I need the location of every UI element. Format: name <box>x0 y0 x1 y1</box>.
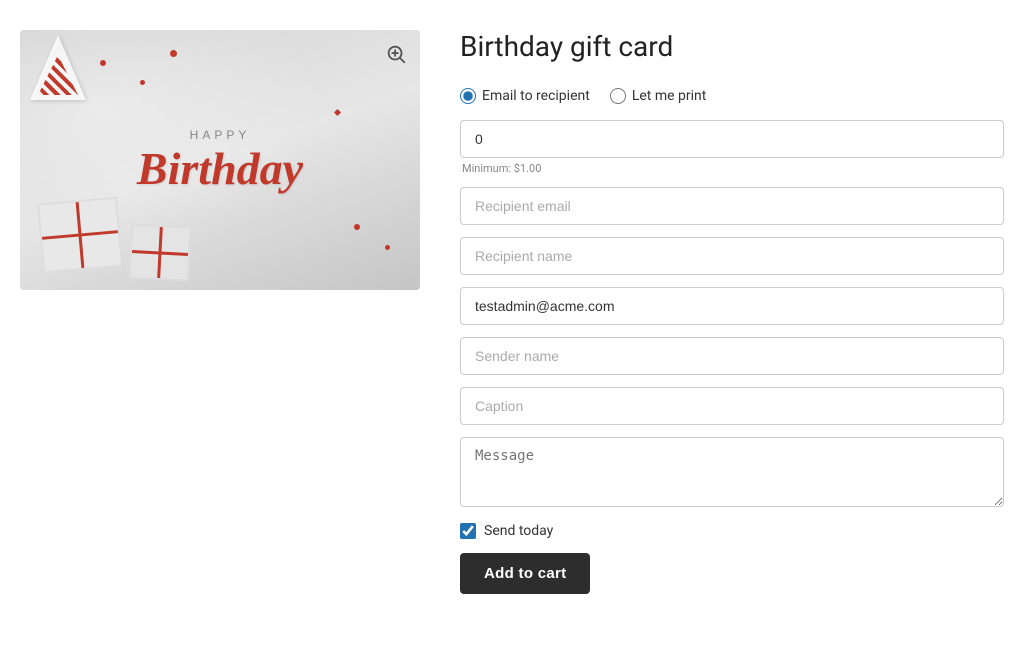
email-to-recipient-radio[interactable] <box>460 88 476 104</box>
email-to-recipient-option[interactable]: Email to recipient <box>460 88 590 104</box>
send-today-label[interactable]: Send today <box>484 523 553 539</box>
amount-group: Minimum: $1.00 <box>460 120 1004 175</box>
let-me-print-radio[interactable] <box>610 88 626 104</box>
email-to-recipient-label: Email to recipient <box>482 88 590 104</box>
recipient-name-input[interactable] <box>460 237 1004 275</box>
left-column: HAPPY Birthday <box>20 30 420 290</box>
confetti-dot <box>334 109 341 116</box>
gift-box-decoration <box>37 197 123 274</box>
sender-email-input[interactable] <box>460 287 1004 325</box>
recipient-name-group <box>460 237 1004 275</box>
send-today-row: Send today <box>460 523 1004 539</box>
confetti-dot <box>385 245 390 250</box>
product-title: Birthday gift card <box>460 30 1004 64</box>
confetti-dot <box>100 60 106 66</box>
gift-box-decoration <box>129 223 192 281</box>
right-column: Birthday gift card Email to recipient Le… <box>460 30 1004 594</box>
recipient-email-group <box>460 187 1004 225</box>
delivery-options: Email to recipient Let me print <box>460 88 1004 104</box>
happy-text: HAPPY <box>137 128 303 142</box>
add-to-cart-button[interactable]: Add to cart <box>460 553 590 594</box>
confetti-dot <box>170 50 177 57</box>
card-text-content: HAPPY Birthday <box>137 128 303 192</box>
gift-card-image: HAPPY Birthday <box>20 30 420 290</box>
message-textarea[interactable] <box>460 437 1004 507</box>
message-group <box>460 437 1004 511</box>
birthday-text: Birthday <box>137 146 303 192</box>
sender-name-input[interactable] <box>460 337 1004 375</box>
caption-input[interactable] <box>460 387 1004 425</box>
minimum-label: Minimum: $1.00 <box>462 162 1004 175</box>
let-me-print-label: Let me print <box>632 88 707 104</box>
sender-email-group <box>460 287 1004 325</box>
party-hat-decoration <box>30 35 86 100</box>
caption-group <box>460 387 1004 425</box>
recipient-email-input[interactable] <box>460 187 1004 225</box>
confetti-dot <box>140 80 145 85</box>
send-today-checkbox[interactable] <box>460 523 476 539</box>
amount-input[interactable] <box>460 120 1004 158</box>
confetti-dot <box>354 224 360 230</box>
let-me-print-option[interactable]: Let me print <box>610 88 707 104</box>
page-container: HAPPY Birthday Birthday gift card Email … <box>0 0 1024 624</box>
sender-name-group <box>460 337 1004 375</box>
zoom-icon[interactable] <box>382 40 410 68</box>
